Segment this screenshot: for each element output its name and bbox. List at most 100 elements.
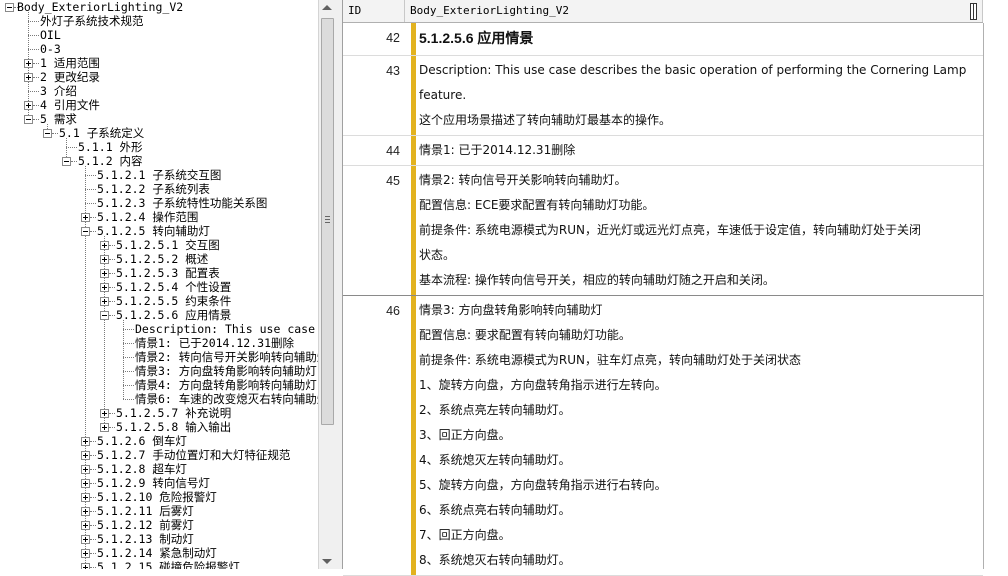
- expand-plus-icon[interactable]: [81, 507, 90, 516]
- tree-node[interactable]: 5.1.2.5.1 交互图: [0, 238, 318, 252]
- collapse-minus-icon[interactable]: [24, 115, 33, 124]
- expand-plus-icon[interactable]: [100, 283, 109, 292]
- tree-node[interactable]: 情景4: 方向盘转角影响转向辅助灯: [0, 378, 318, 392]
- collapse-minus-icon[interactable]: [43, 129, 52, 138]
- pane-splitter[interactable]: [334, 0, 343, 569]
- tree-connector: [90, 217, 96, 218]
- row-content[interactable]: 情景1: 已于2014.12.31删除: [419, 138, 975, 163]
- tree-node-label: 5.1.2.3 子系统特性功能关系图: [97, 196, 268, 210]
- tree-node[interactable]: 2 更改纪录: [0, 70, 318, 84]
- tree-node[interactable]: 5.1.2.5 转向辅助灯: [0, 224, 318, 238]
- tree-node[interactable]: 1 适用范围: [0, 56, 318, 70]
- table-row[interactable]: 45 情景2: 转向信号开关影响转向辅助灯。 配置信息: ECE要求配置有转向辅助灯…: [343, 166, 983, 296]
- expand-plus-icon[interactable]: [81, 535, 90, 544]
- expand-plus-icon[interactable]: [24, 59, 33, 68]
- expand-plus-icon[interactable]: [81, 521, 90, 530]
- tree-node[interactable]: 5.1.2.14 紧急制动灯: [0, 546, 318, 560]
- tree-node[interactable]: 5.1.2.5.3 配置表: [0, 266, 318, 280]
- table-row[interactable]: 46 情景3: 方向盘转角影响转向辅助灯 配置信息: 要求配置有转向辅助灯功能。 前提…: [343, 296, 983, 576]
- expand-plus-icon[interactable]: [81, 479, 90, 488]
- row-content[interactable]: 5.1.2.5.6 应用情景: [419, 23, 975, 54]
- expand-plus-icon[interactable]: [100, 269, 109, 278]
- tree-node[interactable]: 5.1.2.6 倒车灯: [0, 434, 318, 448]
- tree-node[interactable]: 5.1.2.5.4 个性设置: [0, 280, 318, 294]
- tree-node[interactable]: 5.1.2.10 危险报警灯: [0, 490, 318, 504]
- tree-node-label: 5 需求: [40, 112, 77, 126]
- expand-plus-icon[interactable]: [81, 465, 90, 474]
- tree-node[interactable]: 4 引用文件: [0, 98, 318, 112]
- expand-plus-icon[interactable]: [81, 493, 90, 502]
- tree-node[interactable]: 5.1.2.5.6 应用情景: [0, 308, 318, 322]
- tree-node-label: 5.1.2.5.3 配置表: [116, 266, 220, 280]
- tree-connector: [109, 301, 115, 302]
- tree-node[interactable]: 5.1.2.1 子系统交互图: [0, 168, 318, 182]
- scroll-up-arrow-icon[interactable]: [322, 5, 332, 10]
- tree-connector: [33, 119, 39, 120]
- tree-connector: [71, 161, 77, 162]
- tree-node[interactable]: 5.1.2.7 手动位置灯和大灯特征规范: [0, 448, 318, 462]
- expand-plus-icon[interactable]: [100, 297, 109, 306]
- collapse-minus-icon[interactable]: [62, 157, 71, 166]
- outline-tree[interactable]: Body_ExteriorLighting_V2 外灯子系统技术规范 OIL 0-3 1…: [0, 0, 318, 569]
- tree-node[interactable]: 5.1.2.5.7 补充说明: [0, 406, 318, 420]
- tree-node[interactable]: 情景2: 转向信号开关影响转向辅助灯: [0, 350, 318, 364]
- tree-node-label: 0-3: [40, 42, 61, 56]
- expand-plus-icon[interactable]: [81, 563, 90, 569]
- tree-scrollbar[interactable]: [318, 0, 335, 569]
- scrollbar-thumb[interactable]: [321, 18, 334, 425]
- table-row[interactable]: 43 Description: This use case describes t…: [343, 56, 983, 136]
- expand-plus-icon[interactable]: [24, 73, 33, 82]
- tree-node[interactable]: 3 介绍: [0, 84, 318, 98]
- row-change-bar: [411, 166, 416, 295]
- tree-node[interactable]: 5.1.2.5.2 概述: [0, 252, 318, 266]
- tree-node[interactable]: 5.1.2.15 碰撞危险报警灯: [0, 560, 318, 569]
- column-resize-handle-icon[interactable]: [970, 3, 977, 20]
- column-header-id[interactable]: ID: [343, 0, 405, 22]
- tree-node[interactable]: 5.1.2.5.5 约束条件: [0, 294, 318, 308]
- tree-node[interactable]: 情景6: 车速的改变熄灭右转向辅助灯: [0, 392, 318, 406]
- scroll-down-arrow-icon[interactable]: [322, 559, 332, 564]
- row-content[interactable]: 情景2: 转向信号开关影响转向辅助灯。 配置信息: ECE要求配置有转向辅助灯功能…: [419, 168, 975, 293]
- row-content[interactable]: 情景3: 方向盘转角影响转向辅助灯 配置信息: 要求配置有转向辅助灯功能。 前提条件…: [419, 298, 975, 573]
- tree-node[interactable]: Body_ExteriorLighting_V2: [0, 0, 318, 14]
- row-content[interactable]: Description: This use case describes the…: [419, 58, 975, 133]
- expand-plus-icon[interactable]: [24, 101, 33, 110]
- tree-node[interactable]: 0-3: [0, 42, 318, 56]
- expand-plus-icon[interactable]: [100, 255, 109, 264]
- tree-node-label: 情景6: 车速的改变熄灭右转向辅助灯: [135, 392, 318, 406]
- tree-node[interactable]: 5.1.1 外形: [0, 140, 318, 154]
- tree-node[interactable]: 外灯子系统技术规范: [0, 14, 318, 28]
- tree-node[interactable]: Description: This use case describes: [0, 322, 318, 336]
- expand-plus-icon[interactable]: [100, 241, 109, 250]
- tree-node[interactable]: 5.1.2.13 制动灯: [0, 532, 318, 546]
- tree-node[interactable]: 5.1.2.2 子系统列表: [0, 182, 318, 196]
- collapse-minus-icon[interactable]: [5, 3, 14, 12]
- tree-node-label: 5.1.2.7 手动位置灯和大灯特征规范: [97, 448, 291, 462]
- tree-node[interactable]: 5.1.2 内容: [0, 154, 318, 168]
- collapse-minus-icon[interactable]: [100, 311, 109, 320]
- tree-node[interactable]: 5.1.2.4 操作范围: [0, 210, 318, 224]
- tree-node[interactable]: 5.1.2.5.8 输入输出: [0, 420, 318, 434]
- expand-plus-icon[interactable]: [81, 451, 90, 460]
- tree-node[interactable]: 5.1.2.11 后雾灯: [0, 504, 318, 518]
- tree-connector: [85, 189, 96, 190]
- tree-node[interactable]: 5.1.2.3 子系统特性功能关系图: [0, 196, 318, 210]
- expand-plus-icon[interactable]: [81, 549, 90, 558]
- tree-node[interactable]: 5 需求: [0, 112, 318, 126]
- expand-plus-icon[interactable]: [100, 409, 109, 418]
- table-row[interactable]: 44 情景1: 已于2014.12.31删除: [343, 136, 983, 166]
- table-row[interactable]: 42 5.1.2.5.6 应用情景: [343, 23, 983, 56]
- expand-plus-icon[interactable]: [100, 423, 109, 432]
- tree-node[interactable]: 5.1.2.9 转向信号灯: [0, 476, 318, 490]
- tree-node[interactable]: 5.1.2.8 超车灯: [0, 462, 318, 476]
- collapse-minus-icon[interactable]: [81, 227, 90, 236]
- tree-node[interactable]: 情景1: 已于2014.12.31删除: [0, 336, 318, 350]
- expand-plus-icon[interactable]: [81, 213, 90, 222]
- expand-plus-icon[interactable]: [81, 437, 90, 446]
- column-header-name[interactable]: Body_ExteriorLighting_V2: [405, 0, 983, 22]
- tree-node[interactable]: 情景3: 方向盘转角影响转向辅助灯: [0, 364, 318, 378]
- row-id: 44: [386, 144, 400, 158]
- tree-node[interactable]: 5.1 子系统定义: [0, 126, 318, 140]
- tree-node[interactable]: 5.1.2.12 前雾灯: [0, 518, 318, 532]
- tree-node[interactable]: OIL: [0, 28, 318, 42]
